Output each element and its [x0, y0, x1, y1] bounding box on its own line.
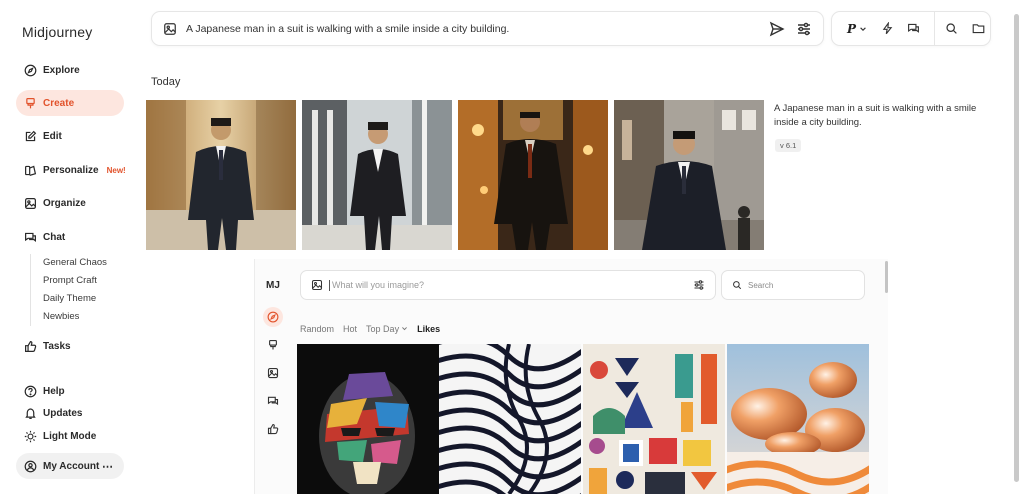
generated-image[interactable] [146, 100, 296, 250]
personalize-icon [25, 165, 37, 176]
personalize-toggle[interactable]: P [840, 12, 874, 45]
prompt-bar: A Japanese man in a suit is walking with… [151, 11, 824, 46]
sidebar-item-label: Tasks [43, 340, 71, 352]
sidebar-item-label: Edit [43, 130, 62, 142]
sidebar-item-personalize[interactable]: Personalize New! [16, 157, 126, 183]
explore-image[interactable] [727, 344, 869, 494]
sidebar-item-organize[interactable]: Organize [16, 190, 124, 216]
search-button[interactable] [935, 12, 967, 45]
brush-icon [269, 339, 277, 350]
generated-image[interactable] [458, 100, 608, 250]
chat-room-prompt-craft[interactable]: Prompt Craft [43, 272, 107, 290]
personalize-label: P [846, 21, 857, 36]
new-badge: New! [106, 165, 126, 175]
imagine-input[interactable]: What will you imagine? [300, 270, 716, 300]
send-icon[interactable] [769, 21, 785, 37]
generated-image[interactable] [302, 100, 452, 250]
generation-prompt: A Japanese man in a suit is walking with… [774, 103, 977, 128]
tab-top-day-label: Top Day [366, 324, 400, 334]
help-icon [24, 385, 37, 397]
thumbs-up-icon [267, 423, 279, 435]
sidebar-item-label: Updates [43, 407, 83, 419]
sidebar-item-explore[interactable]: Explore [16, 57, 124, 83]
brush-icon [26, 97, 35, 108]
chat-icon [267, 396, 279, 406]
version-badge[interactable]: v 6.1 [775, 139, 802, 152]
explore-image[interactable] [439, 344, 581, 494]
sidebar-item-label: Create [43, 97, 75, 109]
image-icon [267, 367, 279, 379]
chat-room-list: General Chaos Prompt Craft Daily Theme N… [30, 254, 107, 326]
user-icon [24, 460, 37, 472]
tab-top-day[interactable]: Top Day [366, 324, 408, 334]
bell-icon [25, 407, 36, 419]
compass-icon [24, 64, 37, 76]
edit-icon [25, 130, 37, 141]
folder-button[interactable] [967, 12, 989, 45]
sidebar-item-label: Light Mode [43, 430, 97, 442]
speed-toggle[interactable] [874, 12, 900, 45]
image-icon[interactable] [163, 22, 177, 36]
tab-random[interactable]: Random [300, 324, 334, 334]
chevron-down-icon [402, 327, 408, 331]
sidebar-item-edit[interactable]: Edit [16, 123, 124, 149]
sidebar-item-my-account[interactable]: My Account ⋯ [16, 453, 124, 479]
search-icon [733, 281, 742, 290]
section-heading-today: Today [151, 76, 181, 88]
sidebar-item-label: My Account [43, 460, 100, 472]
chat-icon [907, 23, 919, 33]
compass-icon [267, 311, 279, 323]
tab-hot[interactable]: Hot [343, 324, 357, 334]
sidebar-item-label: Personalize [43, 164, 99, 176]
embedded-nav-chat[interactable] [265, 393, 281, 409]
sidebar-item-label: Chat [43, 231, 66, 243]
chat-room-general-chaos[interactable]: General Chaos [43, 254, 107, 272]
embedded-logo: MJ [266, 280, 280, 291]
sidebar-item-label: Organize [43, 197, 86, 209]
app-logo: Midjourney [22, 24, 93, 40]
prompt-input[interactable]: A Japanese man in a suit is walking with… [186, 23, 769, 35]
chat-room-daily-theme[interactable]: Daily Theme [43, 290, 107, 308]
image-icon [25, 197, 36, 209]
sidebar-item-create[interactable]: Create [16, 90, 124, 116]
tab-likes[interactable]: Likes [417, 324, 440, 334]
sidebar: Midjourney Explore Create Edit Personali… [0, 0, 140, 494]
sidebar-item-chat[interactable]: Chat [16, 224, 124, 250]
settings-sliders-icon[interactable] [693, 279, 705, 291]
search-placeholder: Search [748, 280, 774, 290]
explore-filter-tabs: Random Hot Top Day Likes [300, 324, 440, 334]
thumbs-up-icon [25, 340, 37, 352]
settings-sliders-icon[interactable] [796, 21, 812, 37]
more-icon[interactable]: ⋯ [102, 460, 114, 473]
sidebar-item-label: Explore [43, 64, 80, 76]
folder-icon [972, 24, 984, 34]
sidebar-item-tasks[interactable]: Tasks [16, 333, 124, 359]
explore-image[interactable] [583, 344, 725, 494]
image-icon[interactable] [311, 279, 323, 291]
chat-room-newbies[interactable]: Newbies [43, 308, 107, 326]
search-icon [945, 23, 957, 34]
embedded-nav-likes[interactable] [265, 421, 281, 437]
sidebar-item-label: Help [43, 385, 65, 397]
generated-image[interactable] [614, 100, 764, 250]
embedded-nav-create[interactable] [265, 337, 281, 353]
page-scrollbar[interactable] [1014, 14, 1019, 482]
sidebar-item-light-mode[interactable]: Light Mode [16, 423, 124, 449]
chat-icon [25, 232, 36, 242]
explore-image[interactable] [297, 344, 439, 494]
lightning-icon [882, 22, 892, 35]
imagine-placeholder: What will you imagine? [329, 279, 693, 291]
chevron-down-icon [860, 26, 866, 31]
embedded-search-input[interactable]: Search [721, 270, 865, 300]
sun-icon [24, 430, 37, 442]
chat-toggle[interactable] [900, 12, 926, 45]
embedded-nav-organize[interactable] [265, 365, 281, 381]
embedded-nav-explore[interactable] [263, 307, 283, 327]
tools-bar: P [831, 11, 991, 46]
scrollbar[interactable] [885, 261, 888, 293]
